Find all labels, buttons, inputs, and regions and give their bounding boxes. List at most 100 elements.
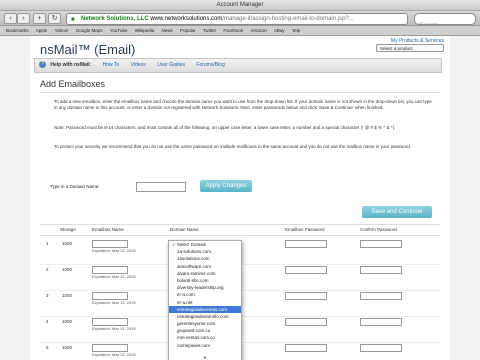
dropdown-option[interactable]: mm-ventas.com.co [169,334,241,341]
page-content: nsMail™ (Email) My Products & Services S… [30,36,450,360]
dropdown-option[interactable]: grupoest.com.co [169,327,241,334]
dropdown-option[interactable]: ✓ Select Domain [169,241,241,248]
bookmark-item[interactable]: eBay [274,28,284,33]
help-bar: ? Help with nsMail: How To Videos User G… [34,58,442,73]
emailbox-name-input[interactable] [92,344,128,352]
share-button[interactable]: + [33,13,46,24]
dropdown-option[interactable]: alvaro-ramirez.com [169,270,241,277]
bookmark-item[interactable]: Facebook [223,28,243,33]
confirm-password-input[interactable] [360,318,402,326]
page-heading: Add Emailboxes [40,79,106,89]
confirm-password-input[interactable] [360,240,402,248]
browser-window: Account Manager ‹ › + ↻ ■ Network Soluti… [0,0,480,360]
help-link-user-guides[interactable]: User Guides [157,62,185,68]
apply-changes-button[interactable]: Apply Changes [200,180,252,192]
dropdown-option-highlighted[interactable]: estrategiasdeventas.com [169,305,241,313]
column-header-confirm: Confirm Password [360,227,397,232]
bookmark-item[interactable]: Yahoo! [55,28,69,33]
column-header-storage: Storage [60,227,76,232]
row-number: 4 [46,319,49,324]
lock-icon: ■ [71,17,75,23]
dropdown-option[interactable]: 1asolutions.com [169,255,241,262]
row-storage: 1000 [62,241,73,246]
product-select[interactable]: Select a product [376,44,444,52]
row-expiration: Expiration: Mar 13, 2015 [92,300,136,305]
dropdown-option[interactable]: diversity-leadership.org [169,284,241,291]
bookmark-item[interactable]: Google Maps [76,28,103,33]
table-header: Storage Emailbox Name Domain Name Emailb… [40,224,440,236]
emailbox-password-input[interactable] [285,318,327,326]
confirm-password-input[interactable] [360,292,402,300]
row-expiration: Expiration: Mar 13, 2015 [92,274,136,279]
emailbox-name-input[interactable] [92,318,128,326]
dropdown-option[interactable]: er-a.com [169,291,241,298]
help-link-forums[interactable]: Forums/Blog [196,62,224,68]
domain-field-label: Type in a Domain Name: [50,184,100,189]
web-page: nsMail™ (Email) My Products & Services S… [0,36,480,360]
window-title: Account Manager [216,2,264,8]
dropdown-option[interactable]: 1a-solutions.com [169,248,241,255]
emailbox-password-input[interactable] [285,266,327,274]
dropdown-option[interactable]: gerentesyome.com [169,320,241,327]
dropdown-option[interactable]: nomepower.com [169,342,241,349]
dropdown-option-label: Select Domain [177,242,207,247]
browser-toolbar: ‹ › + ↻ ■ Network Solutions, LLC www.net… [0,11,480,29]
bookmark-item[interactable]: Popular [180,28,196,33]
emailbox-password-input[interactable] [285,292,327,300]
row-storage: 1000 [62,293,73,298]
instructions-paragraph: To add a new emailbox, enter the emailbo… [54,99,432,111]
bookmark-item[interactable]: Wikipedia [135,28,155,33]
bookmark-item[interactable]: Yelp [292,28,301,33]
confirm-password-input[interactable] [360,266,402,274]
save-and-continue-button[interactable]: Save and Continue [362,206,432,218]
column-header-domain: Domain Name [170,227,199,232]
bookmarks-bar: Bookmarks Apple Yahoo! Google Maps YouTu… [0,26,480,36]
dropdown-option[interactable]: bolanti-sbc.com [169,277,241,284]
search-field[interactable]: Google [414,13,476,29]
url-host: www.networksolutions.com [150,16,223,22]
domain-name-input[interactable] [136,182,186,192]
bookmark-item[interactable]: Apple [36,28,48,33]
row-storage: 1000 [62,345,73,350]
reload-button[interactable]: ↻ [48,13,61,24]
row-number: 2 [46,267,49,272]
bookmark-item[interactable]: Bookmarks [6,28,29,33]
emailbox-name-input[interactable] [92,240,128,248]
help-icon: ? [39,61,46,69]
bookmark-item[interactable]: Twitter [203,28,216,33]
address-bar[interactable]: ■ Network Solutions, LLC www.networksolu… [66,13,408,25]
row-storage: 1000 [62,319,73,324]
row-number: 3 [46,293,49,298]
help-link-videos[interactable]: Videos [131,62,146,68]
back-button[interactable]: ‹ [4,13,17,24]
emailbox-password-input[interactable] [285,344,327,352]
bookmark-item[interactable]: News [162,28,173,33]
confirm-password-input[interactable] [360,344,402,352]
page-brand-title: nsMail™ (Email) [40,42,136,57]
title-bar: Account Manager [0,0,480,15]
row-number: 1 [46,241,49,246]
password-note: Note: Password must be 8-14 characters, … [54,125,396,130]
help-link-how-to[interactable]: How To [103,62,120,68]
row-expiration: Expiration: Mar 13, 2015 [92,248,136,253]
dropdown-option[interactable]: er-a.net [169,299,241,306]
row-expiration: Expiration: Mar 13, 2015 [92,326,136,331]
forward-button[interactable]: › [17,13,30,24]
security-note: To protect your security we recommend th… [54,144,412,149]
emailbox-name-input[interactable] [92,292,128,300]
emailbox-password-input[interactable] [285,240,327,248]
emailbox-name-input[interactable] [92,266,128,274]
domain-dropdown-menu[interactable]: ✓ Select Domain 1a-solutions.com 1asolut… [168,240,242,360]
bookmark-item[interactable]: Amazon [250,28,267,33]
column-header-emailbox: Emailbox Name [92,227,124,232]
row-number: 5 [46,345,49,350]
help-label: Help with nsMail: [50,62,92,68]
dropdown-option[interactable]: aimsoftware.com [169,263,241,270]
row-expiration: Expiration: Mar 13, 2015 [92,352,136,357]
divider [40,92,440,93]
bookmark-item[interactable]: YouTube [110,28,128,33]
scroll-down-arrow-icon[interactable]: ▼ [169,355,241,360]
dropdown-option[interactable]: estrategiasdesarrollo.com [169,313,241,320]
url-path: /manage-it/assign-hosting-email-to-domai… [222,16,354,22]
column-header-password: Emailbox Password [285,227,325,232]
